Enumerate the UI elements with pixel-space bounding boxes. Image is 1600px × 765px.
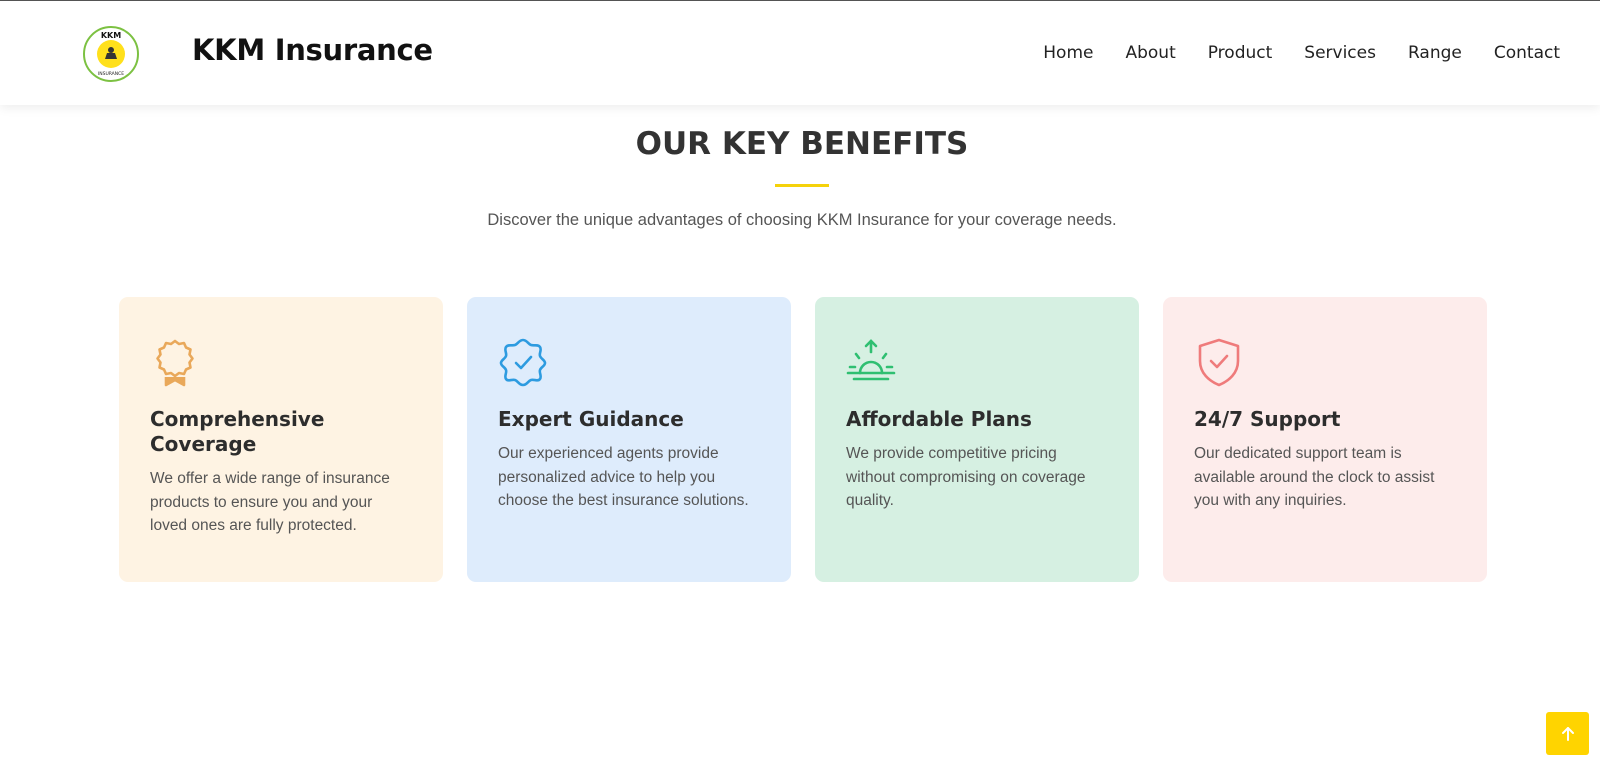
- benefit-card-support: 24/7 Support Our dedicated support team …: [1163, 297, 1487, 582]
- card-title: Expert Guidance: [498, 407, 684, 431]
- card-title: Comprehensive Coverage: [150, 407, 325, 456]
- nav-range[interactable]: Range: [1408, 43, 1462, 63]
- card-title: 24/7 Support: [1194, 407, 1341, 431]
- nav-services[interactable]: Services: [1304, 43, 1376, 63]
- main-nav: Home About Product Services Range Contac…: [1043, 43, 1560, 63]
- benefit-card-guidance: Expert Guidance Our experienced agents p…: [467, 297, 791, 582]
- card-text: Our dedicated support team is available …: [1194, 445, 1435, 509]
- logo-text-top: KKM: [101, 31, 121, 40]
- card-text: We offer a wide range of insurance produ…: [150, 470, 390, 534]
- benefit-card-coverage: Comprehensive Coverage We offer a wide r…: [119, 297, 443, 582]
- award-icon: [156, 339, 194, 387]
- card-text: Our experienced agents provide personali…: [498, 445, 749, 509]
- logo-text-bottom: INSURANCE: [98, 71, 124, 77]
- benefits-cards: Comprehensive Coverage We offer a wide r…: [119, 297, 1487, 582]
- logo-icon[interactable]: KKM INSURANCE: [83, 26, 139, 82]
- section-subtitle: Discover the unique advantages of choosi…: [487, 211, 1117, 229]
- nav-contact[interactable]: Contact: [1494, 43, 1560, 63]
- shield-check-icon: [1198, 338, 1240, 387]
- card-title: Affordable Plans: [846, 407, 1032, 431]
- back-to-top-button[interactable]: [1546, 712, 1589, 755]
- title-underline: [775, 184, 829, 187]
- nav-about[interactable]: About: [1125, 43, 1175, 63]
- nav-product[interactable]: Product: [1208, 43, 1273, 63]
- arrow-up-icon: [1561, 726, 1574, 741]
- site-header: KKM INSURANCE KKM Insurance Home About P…: [0, 1, 1600, 105]
- nav-home[interactable]: Home: [1043, 43, 1093, 63]
- brand-name[interactable]: KKM Insurance: [192, 33, 433, 67]
- section-title: OUR KEY BENEFITS: [635, 126, 969, 162]
- badge-check-icon: [499, 338, 547, 387]
- card-text: We provide competitive pricing without c…: [846, 445, 1086, 509]
- benefit-card-plans: Affordable Plans We provide competitive …: [815, 297, 1139, 582]
- sunrise-icon: [846, 339, 896, 381]
